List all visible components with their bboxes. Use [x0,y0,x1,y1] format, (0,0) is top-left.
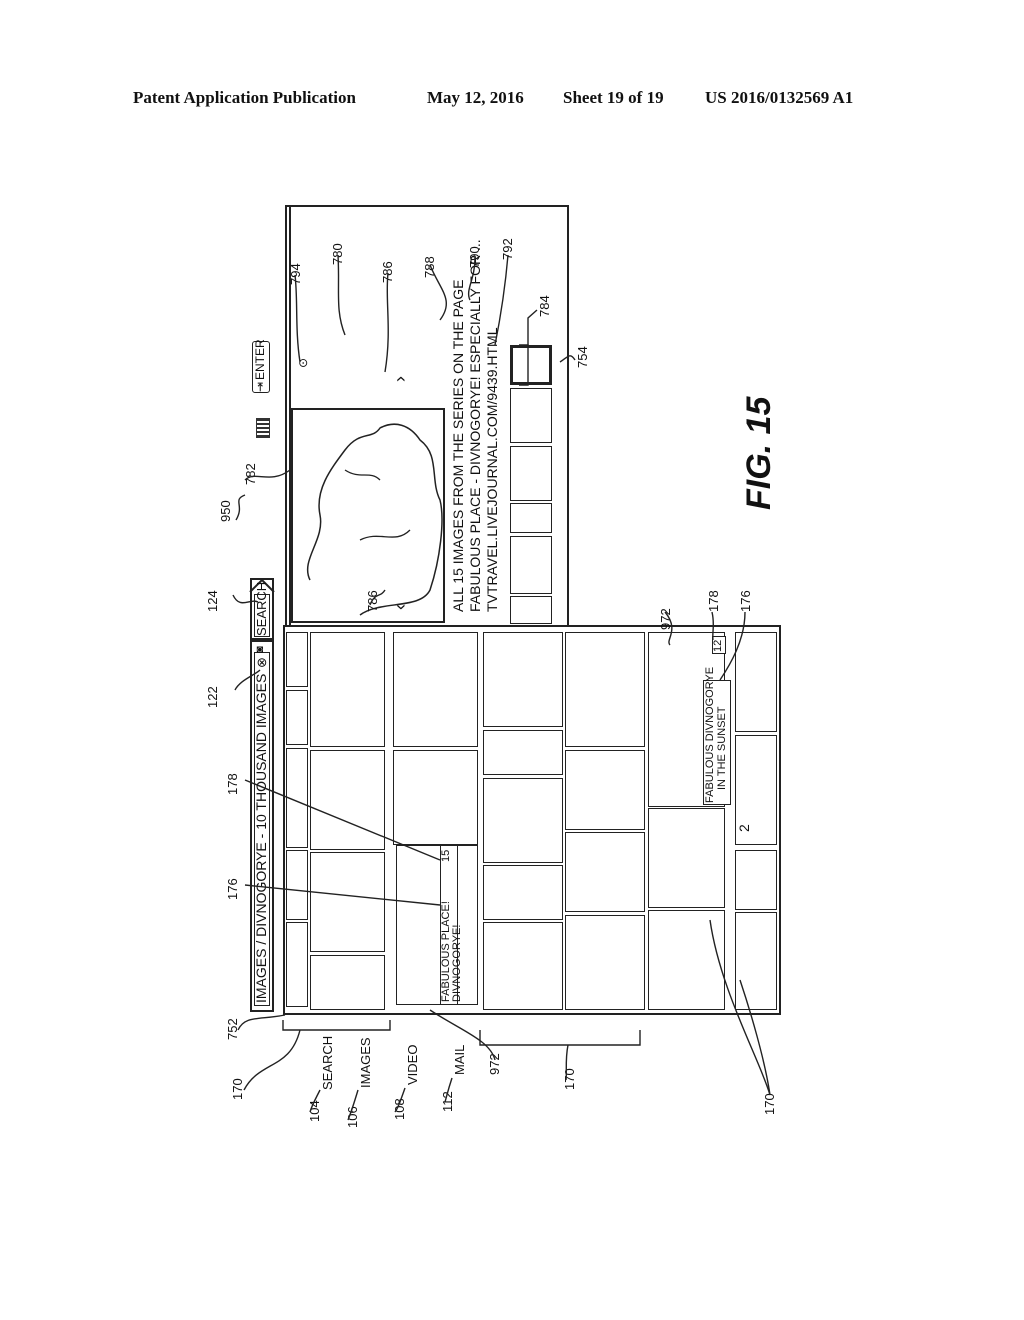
figure-label: FIG. 15 [740,396,778,510]
leader-lines [232,254,771,1121]
